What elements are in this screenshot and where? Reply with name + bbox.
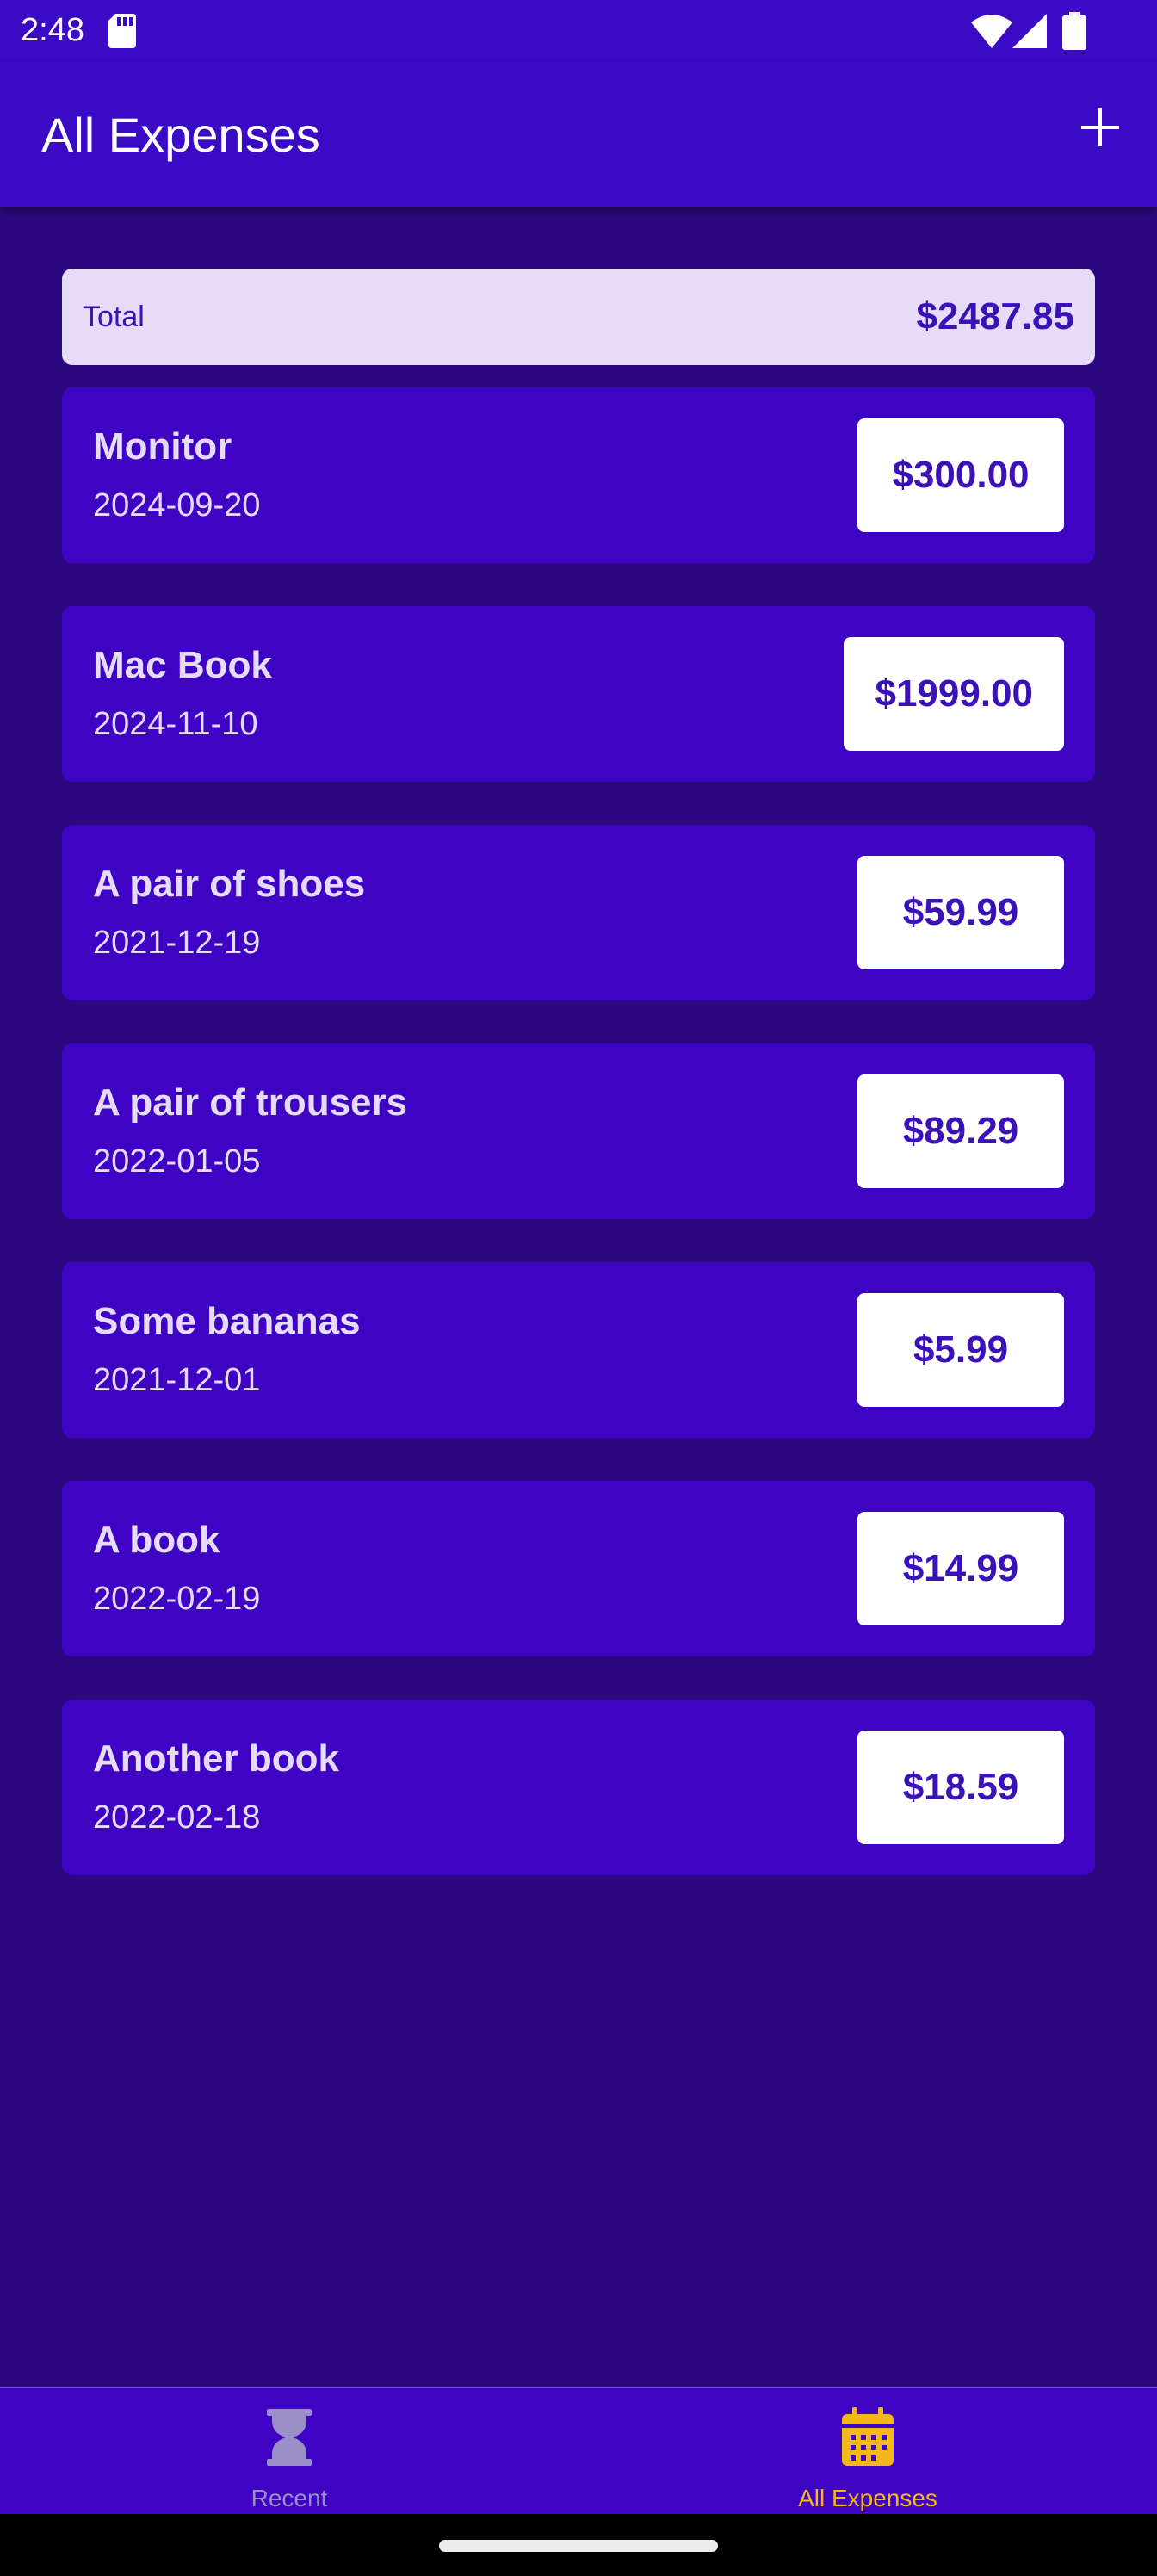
expense-date: 2022-01-05	[93, 1143, 261, 1180]
expense-item[interactable]: Monitor 2024-09-20 $300.00	[62, 387, 1095, 563]
expense-title: A pair of trousers	[93, 1081, 408, 1124]
signal-icon	[1012, 14, 1047, 48]
status-time: 2:48	[21, 12, 84, 48]
expense-amount: $59.99	[857, 856, 1064, 969]
expense-item[interactable]: A pair of shoes 2021-12-19 $59.99	[62, 825, 1095, 1000]
add-expense-button[interactable]	[1073, 100, 1128, 155]
expense-title: Another book	[93, 1737, 339, 1780]
expense-item[interactable]: A book 2022-02-19 $14.99	[62, 1481, 1095, 1656]
expense-item[interactable]: Another book 2022-02-18 $18.59	[62, 1700, 1095, 1875]
expense-amount: $5.99	[857, 1293, 1064, 1407]
expense-amount: $1999.00	[844, 637, 1064, 751]
bottom-navigation: Recent All Expenses	[0, 2387, 1157, 2516]
sd-card-icon	[108, 14, 136, 48]
expense-title: Mac Book	[93, 644, 272, 686]
nav-item-recent[interactable]: Recent	[0, 2388, 578, 2516]
page-title: All Expenses	[41, 108, 320, 162]
expense-title: Monitor	[93, 425, 232, 468]
expense-item[interactable]: Mac Book 2024-11-10 $1999.00	[62, 606, 1095, 782]
total-value: $2487.85	[916, 295, 1074, 337]
total-summary-card: Total $2487.85	[62, 269, 1095, 365]
plus-icon	[1081, 108, 1119, 146]
expense-amount: $18.59	[857, 1731, 1064, 1844]
expenses-content: Total $2487.85 Monitor 2024-09-20 $300.0…	[62, 269, 1095, 1918]
nav-label-recent: Recent	[251, 2485, 328, 2511]
home-indicator[interactable]	[439, 2540, 718, 2552]
expense-date: 2024-09-20	[93, 487, 261, 523]
hourglass-icon	[267, 2409, 312, 2466]
battery-icon	[1062, 12, 1086, 50]
wifi-icon	[971, 15, 1012, 48]
expense-title: A pair of shoes	[93, 863, 366, 905]
expense-date: 2022-02-19	[93, 1581, 261, 1617]
expense-date: 2024-11-10	[93, 706, 258, 742]
calendar-icon	[842, 2407, 894, 2466]
expense-list: Monitor 2024-09-20 $300.00 Mac Book 2024…	[62, 387, 1095, 1875]
expense-date: 2021-12-19	[93, 925, 261, 961]
nav-label-all-expenses: All Expenses	[798, 2485, 937, 2511]
app-bar: All Expenses	[0, 62, 1157, 207]
expense-item[interactable]: Some bananas 2021-12-01 $5.99	[62, 1262, 1095, 1438]
expense-date: 2022-02-18	[93, 1799, 261, 1836]
status-bar: 2:48	[0, 0, 1157, 62]
expense-title: A book	[93, 1519, 220, 1561]
expense-amount: $89.29	[857, 1074, 1064, 1188]
expense-amount: $300.00	[857, 418, 1064, 532]
nav-item-all-expenses[interactable]: All Expenses	[578, 2388, 1157, 2516]
total-label: Total	[83, 300, 145, 333]
expense-date: 2021-12-01	[93, 1362, 261, 1398]
expense-title: Some bananas	[93, 1300, 361, 1342]
expense-item[interactable]: A pair of trousers 2022-01-05 $89.29	[62, 1043, 1095, 1219]
expense-amount: $14.99	[857, 1512, 1064, 1625]
